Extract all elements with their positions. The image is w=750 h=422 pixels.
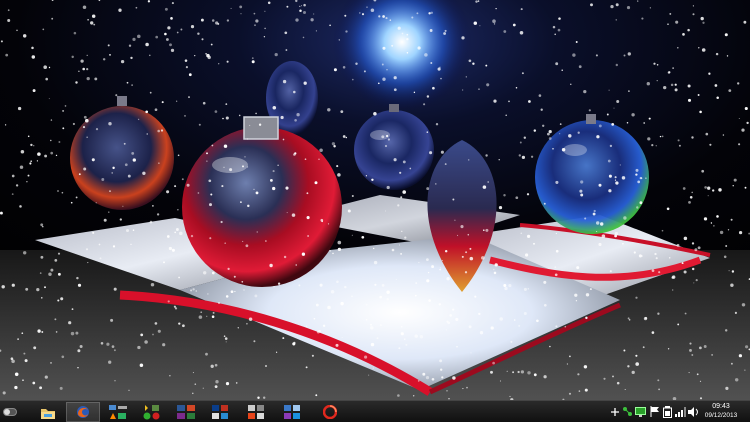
- taskbar: 09:43 09/12/2013: [0, 400, 750, 422]
- wallpaper: [0, 0, 750, 400]
- app-group-5-icon[interactable]: [244, 402, 268, 422]
- firefox-icon[interactable]: [66, 402, 100, 422]
- clock-date: 09/12/2013: [704, 412, 738, 419]
- toggle-switch-icon[interactable]: [2, 402, 18, 422]
- desktop[interactable]: [0, 0, 750, 400]
- app-group-6-icon[interactable]: [280, 402, 304, 422]
- app-group-1-icon[interactable]: [106, 402, 130, 422]
- app-group-4-icon[interactable]: [208, 402, 232, 422]
- opera-icon[interactable]: [318, 402, 342, 422]
- clock[interactable]: 09:43 09/12/2013: [696, 402, 746, 422]
- action-center-flag-icon[interactable]: [649, 405, 660, 418]
- app-group-3-icon[interactable]: [174, 402, 198, 422]
- file-explorer-icon[interactable]: [36, 402, 60, 422]
- show-hidden-icons-icon[interactable]: [609, 405, 620, 418]
- signal-icon[interactable]: [675, 405, 686, 418]
- clock-time: 09:43: [712, 403, 730, 410]
- power-icon[interactable]: [662, 405, 673, 418]
- app-group-2-icon[interactable]: [140, 402, 164, 422]
- monitor-icon[interactable]: [635, 405, 646, 418]
- network-share-icon[interactable]: [622, 405, 633, 418]
